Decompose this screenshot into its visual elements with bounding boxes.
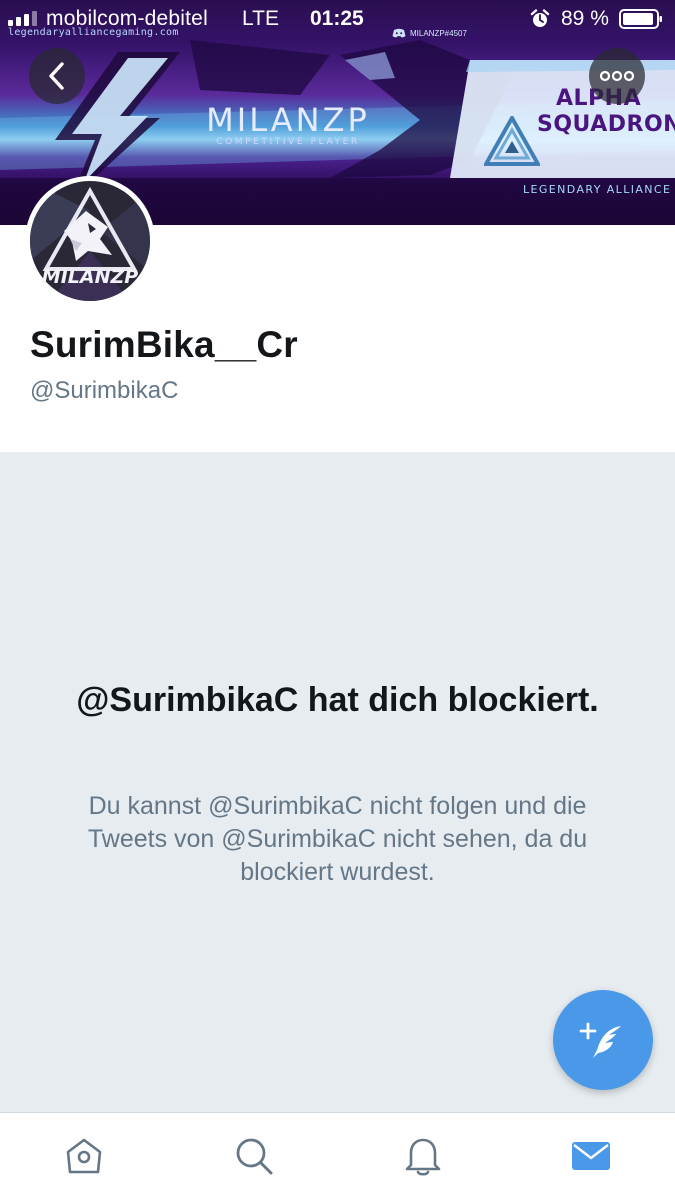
battery-percentage: 89 % — [561, 7, 609, 30]
signal-strength-icon — [8, 10, 37, 26]
status-time: 01:25 — [310, 7, 364, 30]
discord-icon — [392, 28, 406, 38]
bottom-tab-bar — [0, 1112, 675, 1201]
avatar-text: MILANZP — [42, 266, 138, 288]
network-type: LTE — [242, 7, 279, 30]
compose-tweet-button[interactable] — [553, 990, 653, 1090]
blocked-description: Du kannst @SurimbikaC nicht folgen und d… — [87, 792, 588, 886]
banner-subtitle: COMPETITIVE PLAYER — [216, 137, 360, 147]
avatar-image: MILANZP — [30, 181, 150, 301]
compose-quill-icon — [579, 1022, 621, 1058]
more-dots-icon — [600, 70, 634, 82]
profile-avatar[interactable]: MILANZP — [25, 176, 155, 306]
tab-messages[interactable] — [566, 1133, 616, 1179]
team-triangle-logo — [484, 116, 540, 166]
profile-display-name: SurimBika__Cr — [30, 324, 298, 365]
profile-handle: @SurimbikaC — [30, 377, 179, 404]
home-icon — [66, 1138, 102, 1174]
banner-team-line-2: SQUADRON — [537, 112, 675, 137]
blocked-title: @SurimbikaC hat dich blockiert. — [76, 681, 599, 719]
chevron-left-icon — [49, 62, 64, 90]
alarm-clock-icon — [530, 9, 550, 27]
battery-icon — [619, 9, 662, 29]
banner-alliance: LEGENDARY ALLIANCE — [523, 183, 672, 196]
discord-tag-text: MILANZP#4507 — [410, 28, 467, 38]
back-button[interactable] — [29, 48, 85, 104]
more-options-button[interactable] — [589, 48, 645, 104]
envelope-icon — [572, 1142, 610, 1170]
search-icon — [236, 1138, 273, 1175]
tab-home[interactable] — [59, 1133, 109, 1179]
banner-title: MILANZP — [206, 101, 370, 139]
banner-discord-tag: MILANZP#4507 — [392, 28, 467, 38]
bell-icon — [405, 1138, 441, 1176]
banner-website: legendaryalliancegaming.com — [8, 27, 179, 38]
tab-search[interactable] — [229, 1133, 279, 1179]
tab-notifications[interactable] — [398, 1133, 448, 1179]
